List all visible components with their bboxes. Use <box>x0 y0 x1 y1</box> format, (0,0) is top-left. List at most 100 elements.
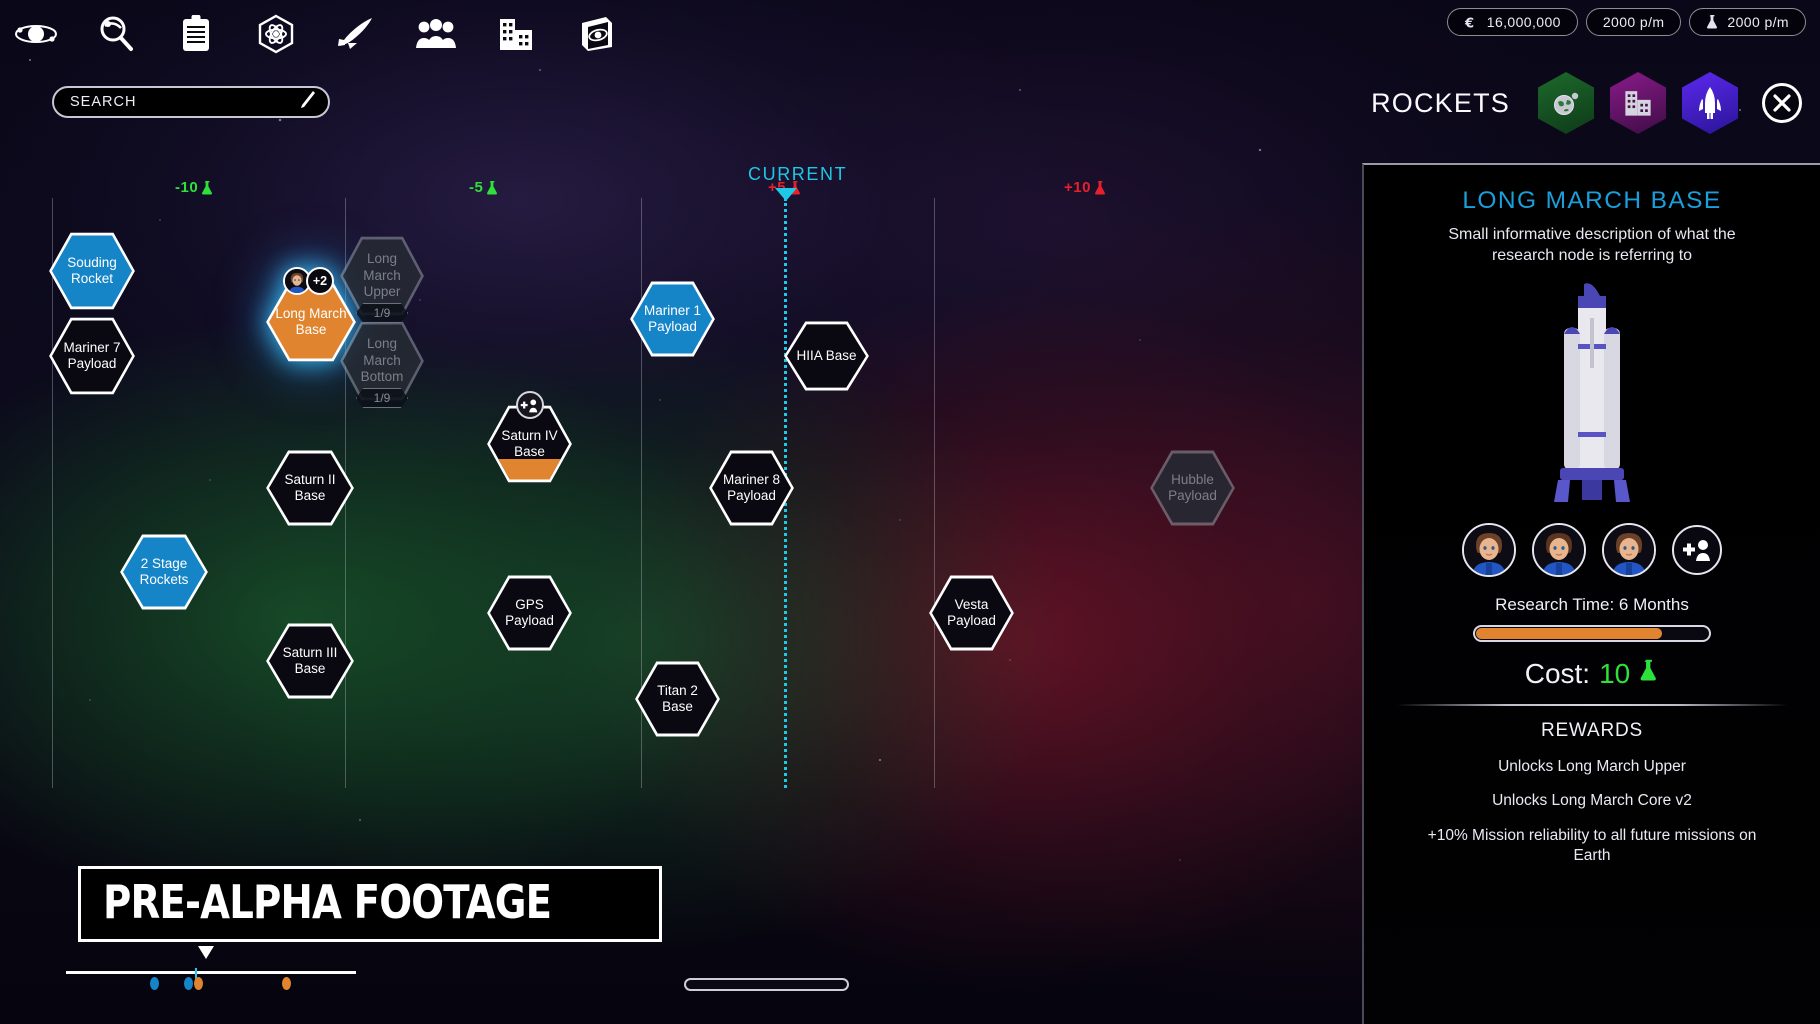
timeline-marker[interactable] <box>282 977 291 990</box>
reward-item: Unlocks Long March Upper <box>1498 757 1686 775</box>
money-value: 16,000,000 <box>1486 14 1561 30</box>
close-icon <box>1773 94 1791 112</box>
add-person-icon <box>520 399 538 412</box>
node-souding-rocket[interactable]: Souding Rocket <box>49 231 135 311</box>
cost-label: Cost: <box>1524 657 1591 689</box>
buildings-icon[interactable] <box>490 8 542 60</box>
rocket-icon[interactable] <box>330 8 382 60</box>
add-person-icon <box>1683 539 1710 561</box>
pencil-icon[interactable] <box>299 90 316 114</box>
node-hexagon: GPS Payload <box>487 575 572 651</box>
node-hiia-base[interactable]: HIIA Base <box>784 320 869 392</box>
timeline-marker[interactable] <box>184 977 193 990</box>
node-saturn-ii-base[interactable]: Saturn II Base <box>266 449 354 527</box>
node-add-crew-badge[interactable] <box>515 391 544 419</box>
timeline-cursor[interactable] <box>198 946 214 959</box>
search-input[interactable]: SEARCH <box>52 86 330 118</box>
add-person-icon[interactable] <box>515 391 544 419</box>
tech-tree-column-label: -5 <box>469 179 499 196</box>
crew-count-badge: +2 <box>306 267 334 295</box>
node-label: Souding Rocket <box>67 254 117 286</box>
node-mariner-7-payload[interactable]: Mariner 7 Payload <box>49 316 135 396</box>
category-earth[interactable] <box>1538 72 1594 134</box>
node-label: Saturn IV Base <box>501 427 558 459</box>
science-rate-value: 2000 p/m <box>1727 14 1789 30</box>
node-label: Mariner 8 Payload <box>722 471 781 503</box>
timeline-marker[interactable] <box>194 977 203 990</box>
pre-alpha-text: PRE-ALPHA FOOTAGE <box>103 875 552 929</box>
node-label: Vesta Payload <box>947 596 996 628</box>
cost-row: Cost: 10 <box>1525 658 1660 690</box>
node-hexagon: HIIA Base <box>784 321 869 391</box>
node-hubble-payload[interactable]: Hubble Payload <box>1150 449 1235 527</box>
panel-divider <box>1397 703 1787 706</box>
buildings-icon <box>1625 91 1651 116</box>
node-saturn-iv-base[interactable]: Saturn IV Base <box>487 391 572 484</box>
atom-hexagon-icon[interactable] <box>250 8 302 60</box>
column-cost-value: +10 <box>1064 179 1091 196</box>
node-vesta-payload[interactable]: Vesta Payload <box>929 574 1014 652</box>
rewards-list: Unlocks Long March Upper Unlocks Long Mar… <box>1422 742 1762 866</box>
node-hexagon: Hubble Payload <box>1150 450 1235 526</box>
timeline-scrubber[interactable] <box>66 946 356 996</box>
node-titan-2-base[interactable]: Titan 2 Base <box>635 660 720 738</box>
search-placeholder: SEARCH <box>70 94 137 110</box>
reward-item: +10% Mission reliability to all future m… <box>1427 827 1757 865</box>
node-label: Titan 2 Base <box>657 682 698 714</box>
timeline-rail[interactable] <box>66 971 356 974</box>
reward-item: Unlocks Long March Core v2 <box>1492 792 1692 810</box>
money-rate-value: 2000 p/m <box>1602 14 1665 30</box>
research-progress-fill <box>1476 627 1662 639</box>
planet-orbit-icon[interactable] <box>10 8 62 60</box>
crew-group-icon[interactable] <box>410 8 462 60</box>
node-gps-payload[interactable]: GPS Payload <box>487 574 572 652</box>
crew-row <box>1462 522 1722 577</box>
svg-text:€: € <box>1464 16 1474 30</box>
node-mariner-8-payload[interactable]: Mariner 8 Payload <box>709 449 794 527</box>
node-label: GPS Payload <box>505 596 554 628</box>
tech-tree-column-label: +10 <box>1064 179 1107 196</box>
book-icon[interactable] <box>570 8 622 60</box>
crew-avatar[interactable] <box>1462 522 1516 577</box>
flask-icon <box>1639 658 1659 690</box>
money-pill: € 16,000,000 <box>1446 8 1578 36</box>
node-saturn-iii-base[interactable]: Saturn III Base <box>266 622 354 700</box>
science-rate-pill: 2000 p/m <box>1689 8 1806 36</box>
magnifier-planet-icon[interactable] <box>90 8 142 60</box>
flask-icon <box>1706 14 1719 30</box>
node-2-stage-rockets[interactable]: 2 Stage Rockets <box>120 533 208 611</box>
timeline-marker[interactable] <box>150 977 159 990</box>
clipboard-icon[interactable] <box>170 8 222 60</box>
research-detail-panel: LONG MARCH BASE Small informative descri… <box>1362 163 1820 1024</box>
node-mariner-1-payload[interactable]: Mariner 1 Payload <box>630 280 715 358</box>
node-label: Saturn II Base <box>284 471 336 503</box>
panel-category-title: ROCKETS <box>1371 87 1510 118</box>
node-label: Long March Bottom <box>360 336 404 385</box>
node-label: Mariner 7 Payload <box>63 339 121 371</box>
node-hexagon: Souding Rocket <box>49 232 135 310</box>
node-hexagon: Saturn III Base <box>266 623 354 699</box>
crew-avatar[interactable] <box>1602 522 1656 577</box>
horizontal-scrollbar[interactable] <box>684 978 849 991</box>
close-panel-button[interactable] <box>1762 83 1802 123</box>
node-label: Mariner 1 Payload <box>643 302 702 334</box>
node-hexagon: Saturn II Base <box>266 450 354 526</box>
node-long-march-bottom[interactable]: Long March Bottom 1/9 <box>340 320 424 408</box>
node-hexagon: Titan 2 Base <box>635 661 720 737</box>
add-crew-button[interactable] <box>1672 524 1722 575</box>
research-progress-bar <box>1473 624 1711 642</box>
node-label: Hubble Payload <box>1168 471 1217 503</box>
category-facilities[interactable] <box>1610 72 1666 134</box>
research-time-label: Research Time: 6 Months <box>1495 594 1689 614</box>
flask-icon <box>487 180 498 195</box>
cost-value: 10 <box>1599 657 1631 689</box>
column-cost-value: -10 <box>175 179 199 196</box>
crew-avatar[interactable] <box>1532 522 1586 577</box>
tech-tree-column-line <box>934 198 935 788</box>
category-rockets[interactable] <box>1682 72 1738 134</box>
flask-icon <box>1094 180 1105 195</box>
node-crew-badge[interactable]: +2 <box>283 267 334 295</box>
node-long-march-upper[interactable]: Long March Upper 1/9 <box>340 235 424 323</box>
detail-title: LONG MARCH BASE <box>1462 187 1722 214</box>
resource-bar: € 16,000,000 2000 p/m 2000 p/m <box>1446 8 1806 36</box>
